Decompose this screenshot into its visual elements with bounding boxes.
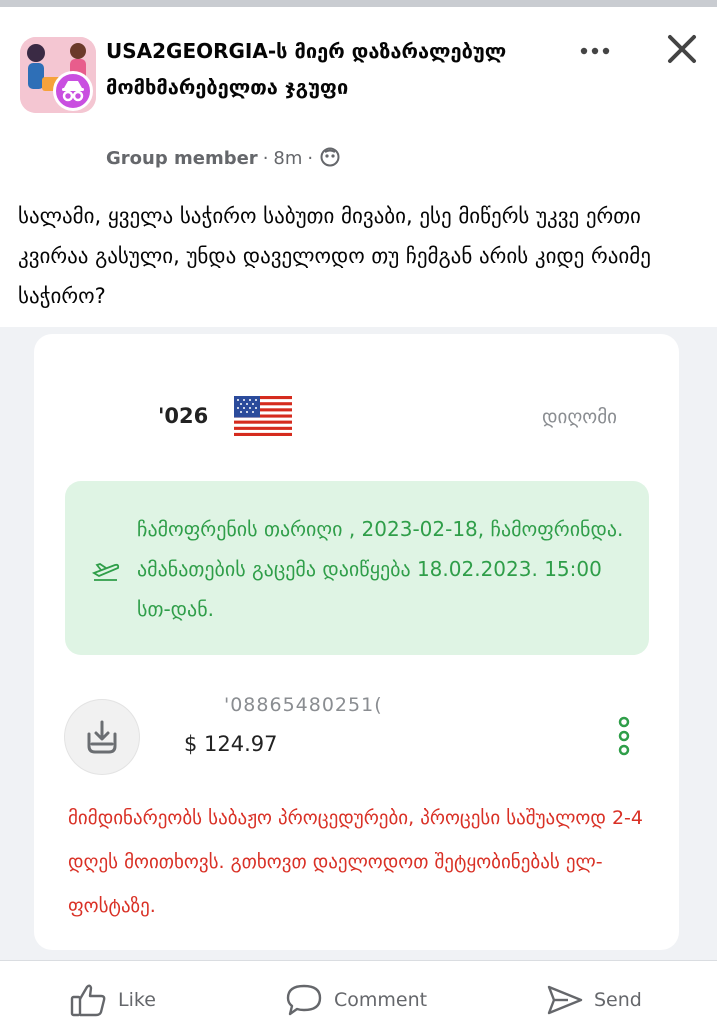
post-time[interactable]: 8m [273, 148, 302, 169]
download-icon [87, 720, 117, 754]
post-meta: Group member · 8m · [106, 147, 340, 172]
comment-label: Comment [334, 989, 428, 1011]
customs-status-text: მიმდინარეობს საბაჟო პროცედურები, პროცესი… [68, 807, 643, 917]
more-options-button[interactable] [574, 29, 618, 73]
send-label: Send [594, 989, 642, 1011]
arrival-notice-text: ჩამოფრენის თარიღი , 2023-02-18, ჩამოფრინ… [137, 517, 624, 621]
send-icon [547, 985, 583, 1015]
close-icon [668, 35, 696, 63]
member-role: Group member [106, 148, 258, 169]
plane-icon [91, 559, 121, 587]
parcel-code: '026 [158, 404, 209, 428]
kebab-icon[interactable] [614, 716, 634, 760]
parcel-price: $ 124.97 [184, 732, 278, 756]
like-button[interactable]: Like [70, 983, 156, 1017]
post-actions: Like Comment Send [0, 961, 717, 1024]
send-button[interactable]: Send [546, 983, 642, 1017]
group-name-link[interactable]: USA2GEORGIA-ს მიერ დაზარალებულ მომხმარებ… [106, 33, 566, 105]
parcel-card: '026 დიღომი ჩამოფრენის თარიღი , 2023-02-… [34, 334, 679, 950]
us-flag-icon [234, 396, 292, 440]
tracking-number: '08865480251( [224, 694, 383, 716]
post-body-text: სალამი, ყველა საჭირო საბუთი მივაბი, ესე … [18, 204, 651, 308]
top-divider [0, 0, 717, 7]
branch-status: დიღომი [541, 406, 617, 428]
download-button[interactable] [65, 700, 139, 774]
close-button[interactable] [658, 25, 706, 73]
like-icon [70, 984, 106, 1017]
post-header: USA2GEORGIA-ს მიერ დაზარალებულ მომხმარებ… [0, 7, 717, 185]
anonymous-badge-icon [53, 71, 93, 111]
more-icon [580, 47, 610, 55]
attached-screenshot[interactable]: '026 დიღომი ჩამოფრენის თარიღი , 2023-02-… [0, 327, 717, 960]
comment-button[interactable]: Comment [286, 983, 427, 1017]
arrival-notice: ჩამოფრენის თარიღი , 2023-02-18, ჩამოფრინ… [65, 481, 649, 655]
audience-icon [320, 147, 340, 172]
like-label: Like [118, 989, 156, 1011]
comment-icon [286, 984, 322, 1016]
